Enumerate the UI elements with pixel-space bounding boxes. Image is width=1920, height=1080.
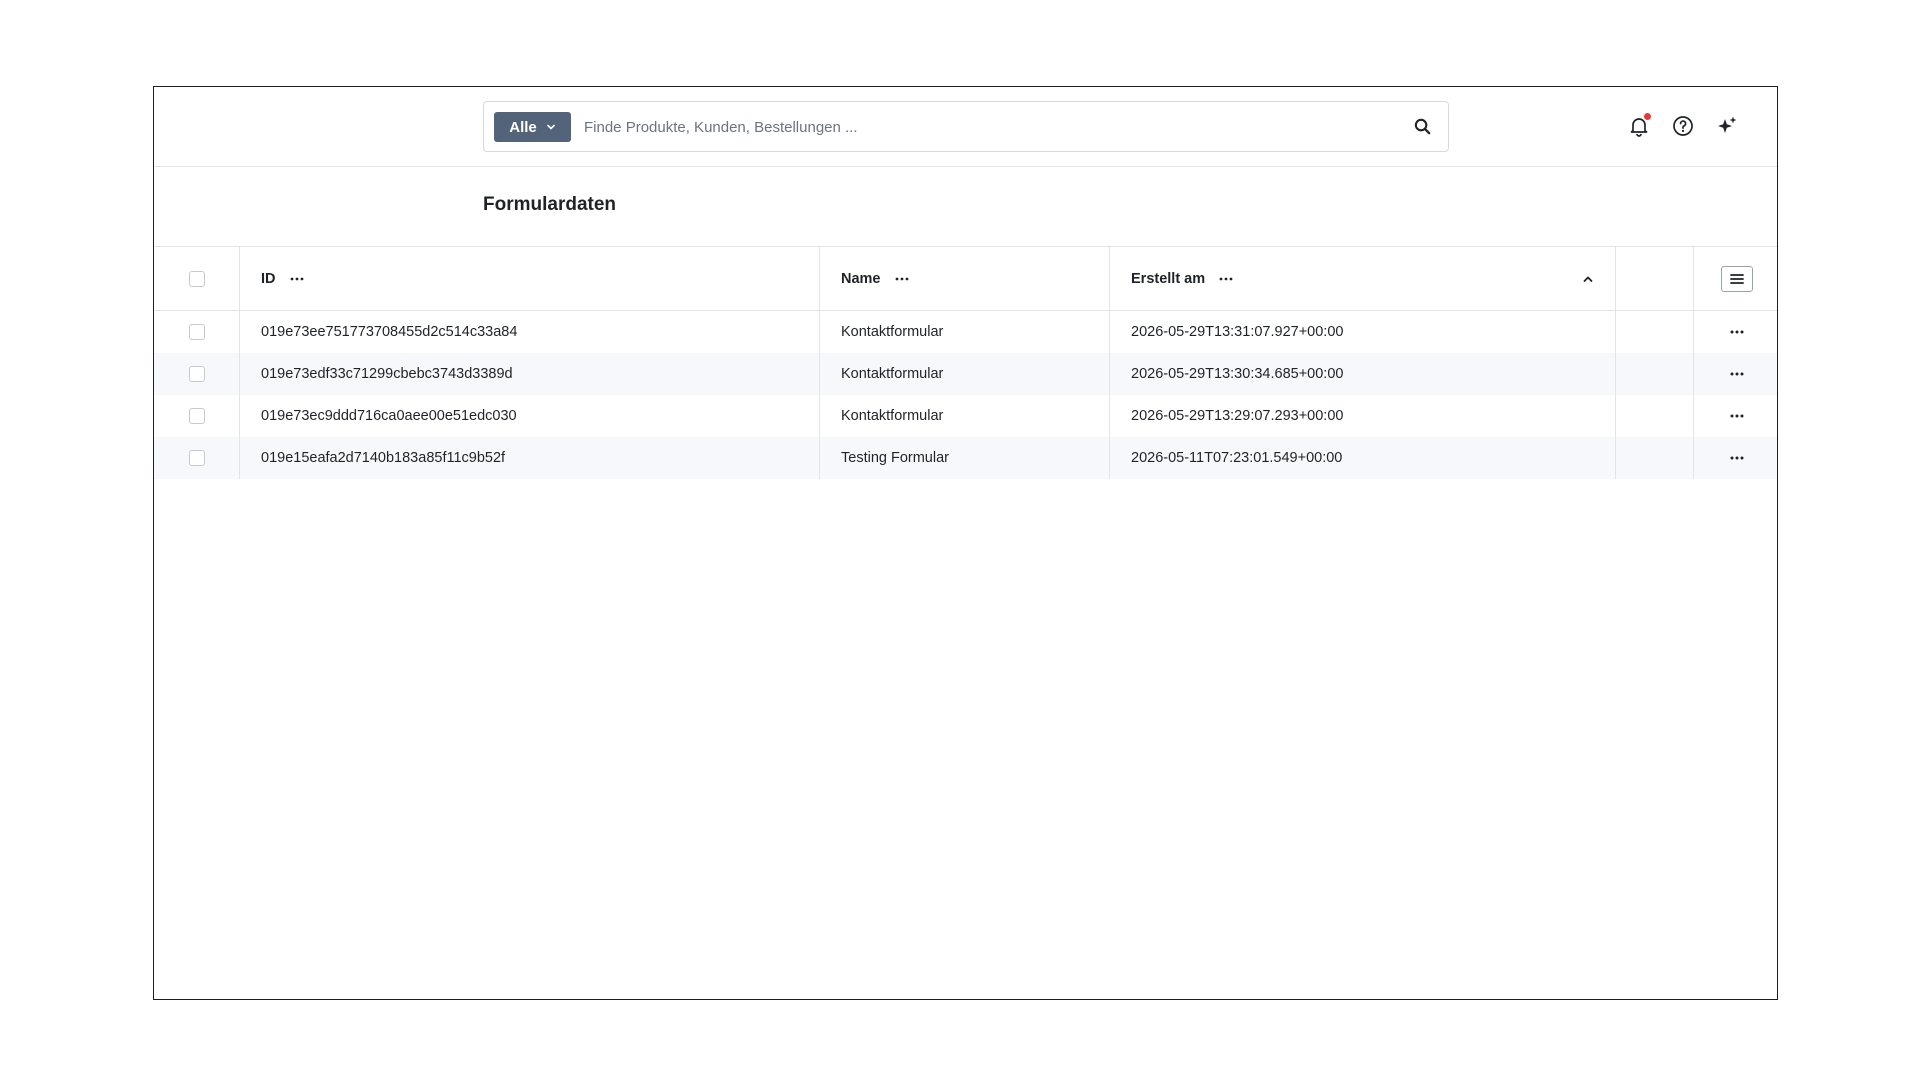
global-search: Alle: [483, 101, 1449, 152]
column-label-id: ID: [261, 270, 276, 287]
row-actions-cell: [1693, 437, 1777, 479]
table-row[interactable]: 019e73ee751773708455d2c514c33a84 Kontakt…: [154, 311, 1777, 353]
search-input[interactable]: [584, 112, 1364, 142]
menu-lines-icon: [1729, 273, 1744, 284]
table-row[interactable]: 019e73ec9ddd716ca0aee00e51edc030 Kontakt…: [154, 395, 1777, 437]
cell-name: Kontaktformular: [819, 395, 1109, 437]
cell-name: Kontaktformular: [819, 353, 1109, 395]
header-spacer-cell: [1615, 247, 1693, 310]
form-data-table: ID Name Erstellt am 019e73ee751773708455…: [154, 247, 1777, 479]
column-settings-button[interactable]: [1720, 265, 1753, 292]
cell-name: Kontaktformular: [819, 311, 1109, 353]
search-icon[interactable]: [1413, 117, 1432, 136]
more-options-icon[interactable]: [1730, 456, 1744, 460]
row-checkbox-cell: [154, 311, 239, 353]
cell-created: 2026-05-29T13:30:34.685+00:00: [1109, 353, 1615, 395]
help-circle-icon[interactable]: [1671, 114, 1695, 138]
cell-spacer: [1615, 395, 1693, 437]
more-options-icon[interactable]: [1730, 372, 1744, 376]
row-actions-cell: [1693, 353, 1777, 395]
row-checkbox-cell: [154, 395, 239, 437]
column-label-created: Erstellt am: [1131, 270, 1206, 287]
header-checkbox-cell: [154, 247, 239, 310]
cell-id: 019e73ec9ddd716ca0aee00e51edc030: [239, 395, 819, 437]
header-actions-cell: [1693, 247, 1777, 310]
notification-badge: [1644, 113, 1651, 120]
column-menu-icon[interactable]: [895, 277, 909, 281]
row-checkbox-cell: [154, 437, 239, 479]
row-checkbox[interactable]: [188, 450, 205, 466]
column-header-created[interactable]: Erstellt am: [1109, 247, 1615, 310]
search-scope-label: Alle: [509, 118, 537, 136]
column-menu-icon[interactable]: [290, 277, 304, 281]
cell-id: 019e73ee751773708455d2c514c33a84: [239, 311, 819, 353]
table-header: ID Name Erstellt am: [154, 247, 1777, 311]
cell-created: 2026-05-29T13:31:07.927+00:00: [1109, 311, 1615, 353]
search-scope-dropdown[interactable]: Alle: [494, 112, 571, 142]
page-title: Formulardaten: [483, 194, 617, 215]
table-row[interactable]: 019e73edf33c71299cbebc3743d3389d Kontakt…: [154, 353, 1777, 395]
cell-id: 019e73edf33c71299cbebc3743d3389d: [239, 353, 819, 395]
row-actions-cell: [1693, 311, 1777, 353]
sparkle-icon[interactable]: [1715, 114, 1739, 138]
column-header-name[interactable]: Name: [819, 247, 1109, 310]
column-label-name: Name: [841, 270, 881, 287]
row-checkbox[interactable]: [188, 324, 205, 340]
page-header: Formulardaten: [154, 167, 1777, 247]
row-checkbox-cell: [154, 353, 239, 395]
table-row[interactable]: 019e15eafa2d7140b183a85f11c9b52f Testing…: [154, 437, 1777, 479]
select-all-checkbox[interactable]: [188, 270, 205, 287]
row-checkbox[interactable]: [188, 408, 205, 424]
cell-spacer: [1615, 353, 1693, 395]
cell-created: 2026-05-29T13:29:07.293+00:00: [1109, 395, 1615, 437]
column-menu-icon[interactable]: [1219, 277, 1233, 281]
row-actions-cell: [1693, 395, 1777, 437]
column-header-id[interactable]: ID: [239, 247, 819, 310]
cell-name: Testing Formular: [819, 437, 1109, 479]
top-bar: Alle: [154, 87, 1777, 167]
row-checkbox[interactable]: [188, 366, 205, 382]
more-options-icon[interactable]: [1730, 330, 1744, 334]
more-options-icon[interactable]: [1730, 414, 1744, 418]
cell-id: 019e15eafa2d7140b183a85f11c9b52f: [239, 437, 819, 479]
cell-spacer: [1615, 437, 1693, 479]
sort-ascending-icon[interactable]: [1583, 275, 1593, 283]
cell-spacer: [1615, 311, 1693, 353]
cell-created: 2026-05-11T07:23:01.549+00:00: [1109, 437, 1615, 479]
chevron-down-icon: [546, 124, 555, 130]
app-frame: Alle Formulardaten: [153, 86, 1778, 1000]
